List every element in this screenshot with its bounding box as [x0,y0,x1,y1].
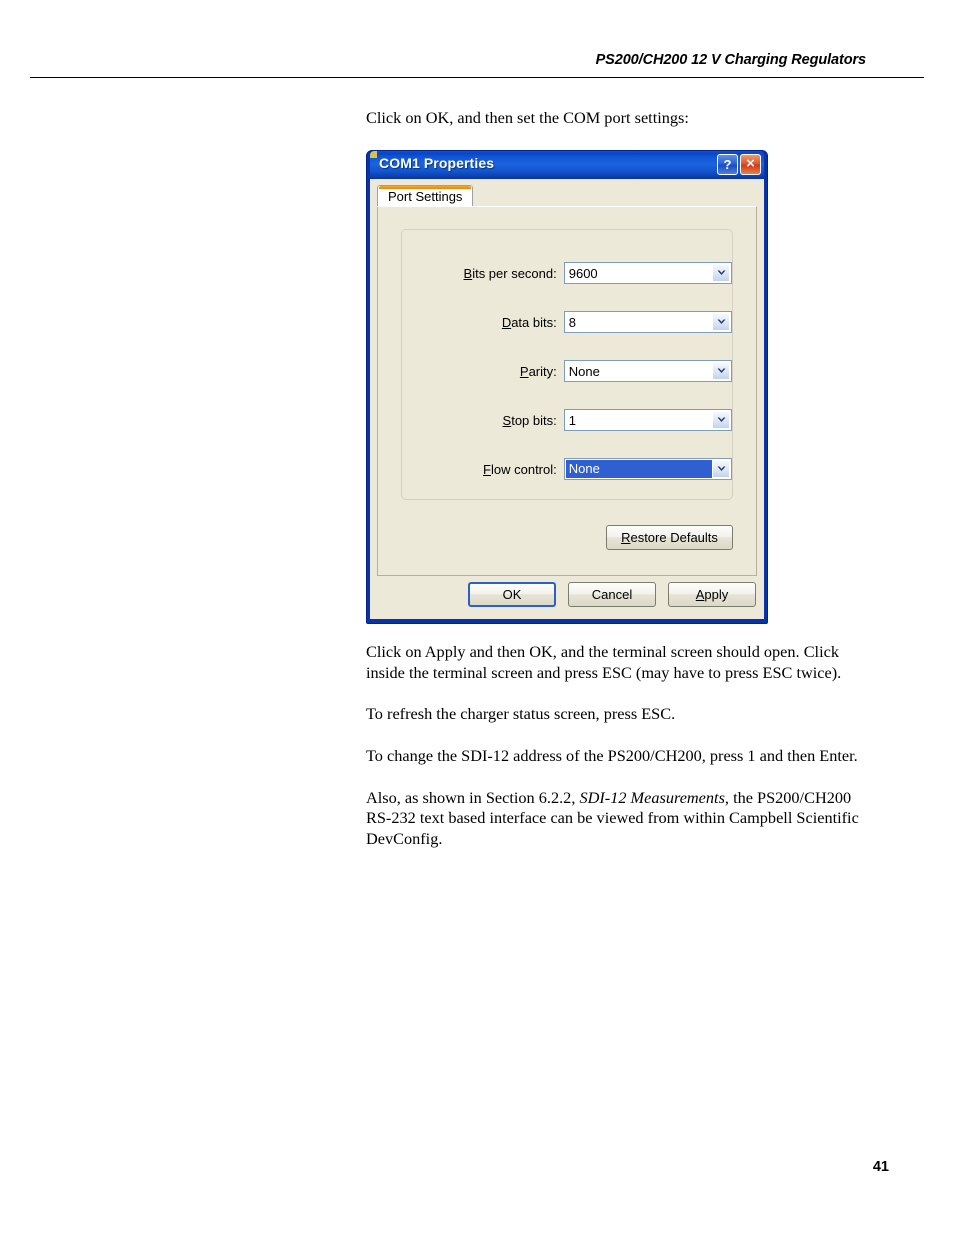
label-data-bits: Data bits: [402,315,564,330]
help-glyph: ? [723,157,732,172]
devconfig-section-title: SDI-12 Measurements [579,787,725,807]
label-rest-data-bits: ata bits: [511,314,557,330]
accel-data-bits: D [501,314,512,330]
tab-strip: Port Settings [377,185,474,207]
apply-button-label: pply [704,587,729,602]
label-rest-bits-per-second: its per second: [472,265,557,281]
restore-defaults-button[interactable]: Restore Defaults [606,525,733,550]
field-row-bits-per-second: Bits per second: 9600 [402,262,732,284]
apply-button[interactable]: Apply [668,582,756,607]
port-settings-groupbox: Bits per second: 9600 Data bits: 8 Parit… [401,229,733,500]
field-row-stop-bits: Stop bits: 1 [402,409,732,431]
devconfig-pre: Also, as shown in Section 6.2.2, [366,787,580,807]
combo-parity[interactable]: None [563,360,732,382]
field-row-flow-control: Flow control: None [402,458,732,480]
chevron-down-icon[interactable] [712,411,730,429]
cancel-button[interactable]: Cancel [568,582,656,607]
header-rule [30,77,924,78]
combo-bits-per-second[interactable]: 9600 [563,262,732,284]
chevron-down-icon[interactable] [712,313,730,331]
combo-parity-value: None [568,363,600,379]
body-text-block: Click on Apply and then OK, and the term… [366,642,866,850]
accel-bits-per-second: B [463,265,473,281]
chevron-down-icon[interactable] [712,460,730,478]
intro-paragraph: Click on OK, and then set the COM port s… [366,108,689,127]
combo-data-bits[interactable]: 8 [563,311,732,333]
ok-button-label: OK [502,587,522,602]
label-flow-control: Flow control: [402,462,564,477]
cancel-button-label: Cancel [591,587,633,602]
chevron-down-icon[interactable] [712,362,730,380]
field-row-parity: Parity: None [402,360,732,382]
restore-defaults-label: estore Defaults [630,530,718,545]
titlebar-buttons: ? × [717,154,761,175]
tab-page-port-settings: Bits per second: 9600 Data bits: 8 Parit… [377,206,757,576]
chevron-down-icon[interactable] [712,264,730,282]
label-rest-parity: arity: [528,363,557,379]
label-rest-stop-bits: top bits: [511,412,557,428]
paragraph-devconfig: Also, as shown in Section 6.2.2, SDI-12 … [366,788,866,850]
combo-flow-control-value: None [565,460,712,478]
dialog-title: COM1 Properties [379,155,495,171]
field-row-data-bits: Data bits: 8 [402,311,732,333]
com1-properties-dialog: COM1 Properties ? × Port Settings Bits p… [366,150,768,624]
label-bits-per-second: Bits per second: [402,266,564,281]
accel-stop-bits: S [502,412,512,428]
page-number: 41 [872,1159,889,1175]
dialog-button-row: OK Cancel Apply [371,582,756,607]
label-parity: Parity: [402,364,564,379]
paragraph-sdi-address: To change the SDI-12 address of the PS20… [366,746,858,766]
label-stop-bits: Stop bits: [402,413,564,428]
running-title: PS200/CH200 12 V Charging Regulators [595,52,866,68]
ok-button[interactable]: OK [468,582,556,607]
paragraph-apply-ok: Click on Apply and then OK, and the term… [366,642,842,682]
dialog-titlebar[interactable]: COM1 Properties ? × [370,151,764,179]
accel-flow-control: F [483,461,491,477]
dialog-client-area: Port Settings Bits per second: 9600 Data… [370,179,764,619]
combo-flow-control[interactable]: None [563,458,732,480]
help-icon[interactable]: ? [717,154,738,175]
combo-data-bits-value: 8 [568,314,576,330]
titlebar-corner-accent [370,151,377,158]
close-icon[interactable]: × [740,154,761,175]
label-rest-flow-control: low control: [490,461,557,477]
accel-parity: P [519,363,529,379]
paragraph-refresh: To refresh the charger status screen, pr… [366,704,676,724]
combo-bits-per-second-value: 9600 [568,265,598,281]
tab-port-settings[interactable]: Port Settings [377,185,474,207]
close-glyph: × [746,155,755,172]
page-header: PS200/CH200 12 V Charging Regulators [0,52,954,82]
combo-stop-bits-value: 1 [568,412,576,428]
combo-stop-bits[interactable]: 1 [563,409,732,431]
tab-port-settings-label: Port Settings [388,189,463,204]
